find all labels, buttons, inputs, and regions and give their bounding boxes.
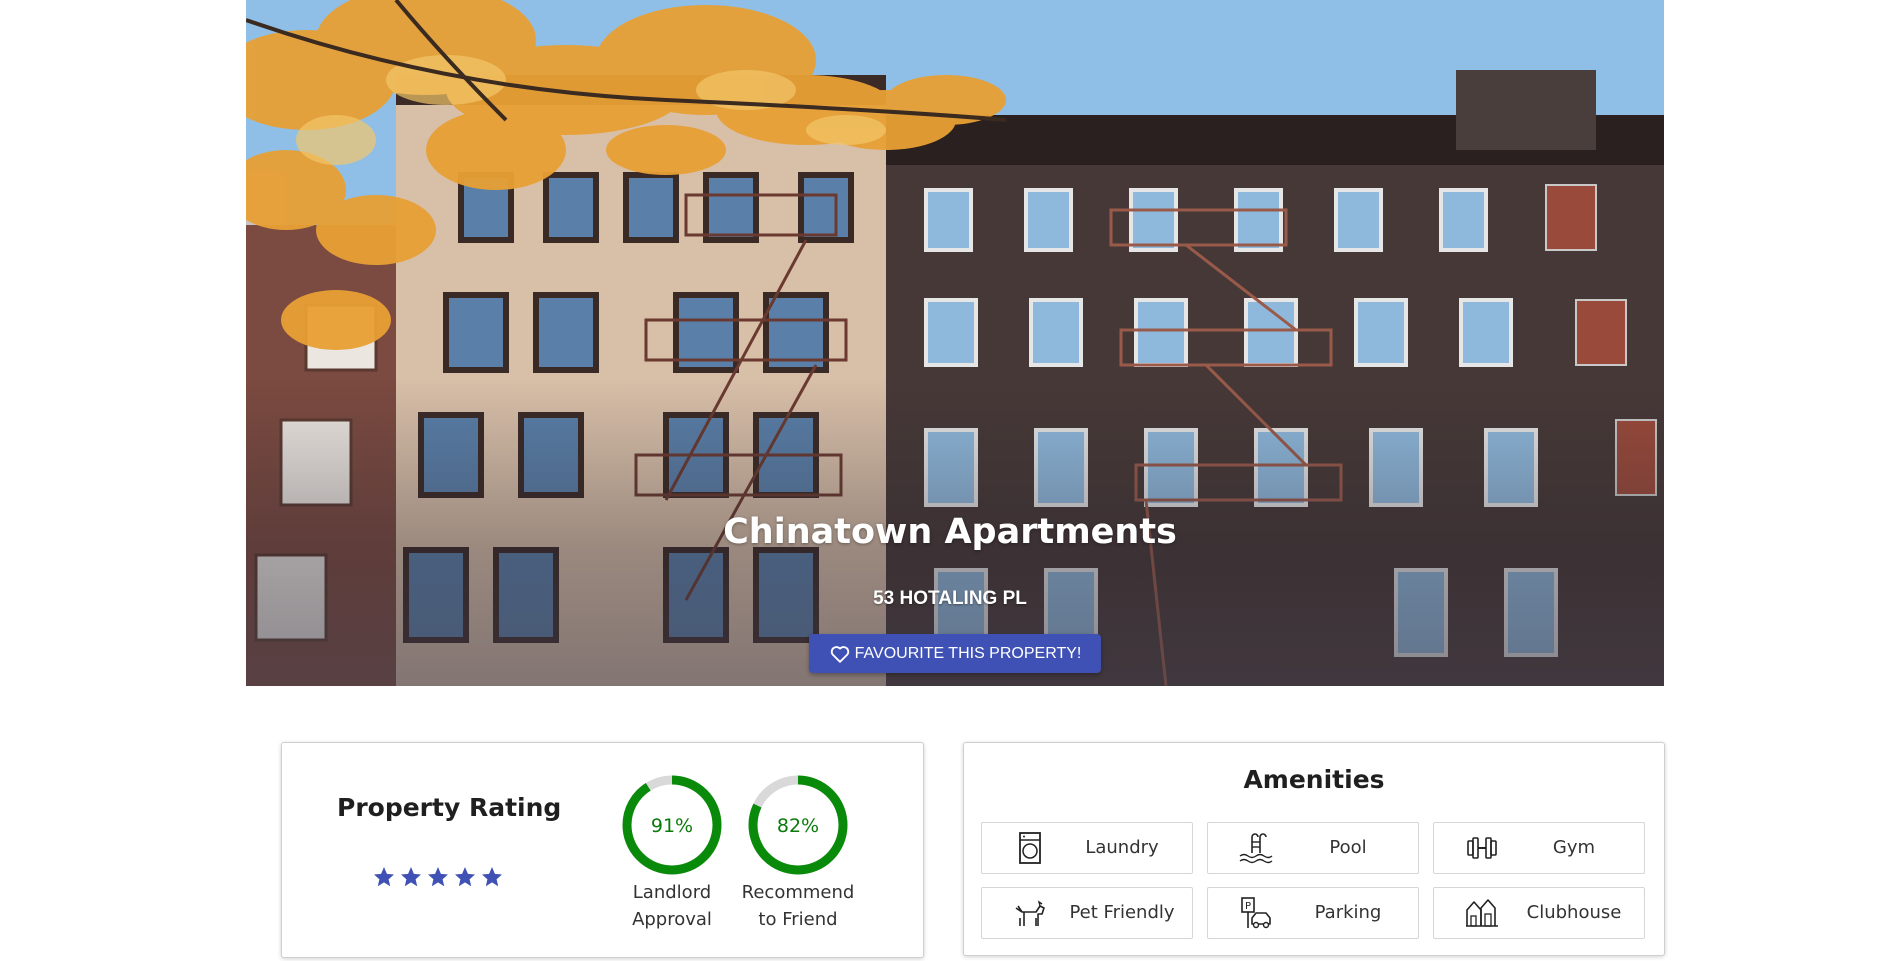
clubhouse-icon	[1466, 899, 1498, 927]
amenities-title: Amenities	[1243, 765, 1385, 794]
pool-ladder-icon	[1239, 833, 1273, 864]
hero-gradient-overlay	[246, 0, 1664, 686]
gauge-label-line2: Approval	[632, 909, 712, 930]
property-title: Chinatown Apartments	[723, 512, 1177, 552]
property-address: 53 HOTALING PL	[873, 588, 1027, 609]
amenity-label: Gym	[1552, 837, 1596, 858]
landlord-approval-gauge: 91% Landlord Approval	[612, 773, 732, 933]
recommend-to-friend-gauge: 82% Recommend to Friend	[738, 773, 858, 933]
gauge-label-line1: Landlord	[632, 882, 712, 903]
gauge-value: 91%	[651, 815, 693, 837]
star-icon	[428, 867, 448, 887]
amenity-clubhouse: Clubhouse	[1433, 887, 1645, 939]
progress-ring: 91%	[622, 775, 722, 875]
amenity-label: Parking	[1314, 902, 1382, 923]
amenities-grid: Laundry Pool Gym Pet Friendly P Parking …	[981, 822, 1645, 939]
dumbbell-icon	[1467, 837, 1497, 859]
washing-machine-icon	[1019, 832, 1041, 864]
amenity-laundry: Laundry	[981, 822, 1193, 874]
amenity-label: Pet Friendly	[1069, 902, 1175, 923]
gauge-value: 82%	[777, 815, 819, 837]
amenities-card: Amenities Laundry Pool Gym Pet Friendly …	[963, 742, 1665, 956]
heart-outline-icon	[830, 645, 849, 663]
favourite-button[interactable]: FAVOURITE THIS PROPERTY!	[809, 634, 1101, 673]
rating-title: Property Rating	[337, 793, 562, 822]
property-rating-card: Property Rating 91% Landlord Approval 82…	[281, 742, 924, 958]
progress-ring: 82%	[748, 775, 848, 875]
amenity-pet-friendly: Pet Friendly	[981, 887, 1193, 939]
amenity-label: Laundry	[1085, 837, 1159, 858]
gauge-label-line2: to Friend	[758, 909, 838, 930]
dog-icon	[1015, 900, 1045, 926]
star-icon	[374, 867, 394, 887]
favourite-button-label: FAVOURITE THIS PROPERTY!	[854, 644, 1082, 662]
amenity-label: Clubhouse	[1526, 902, 1622, 923]
gauge-label-line1: Recommend	[741, 882, 855, 903]
star-icon	[482, 867, 502, 887]
svg-text:P: P	[1245, 901, 1251, 912]
parking-car-icon: P	[1241, 897, 1271, 929]
star-rating	[372, 865, 504, 889]
amenity-parking: P Parking	[1207, 887, 1419, 939]
hero-banner	[246, 0, 1664, 686]
star-icon	[455, 867, 475, 887]
amenity-label: Pool	[1329, 837, 1367, 858]
star-icon	[401, 867, 421, 887]
amenity-gym: Gym	[1433, 822, 1645, 874]
amenity-pool: Pool	[1207, 822, 1419, 874]
